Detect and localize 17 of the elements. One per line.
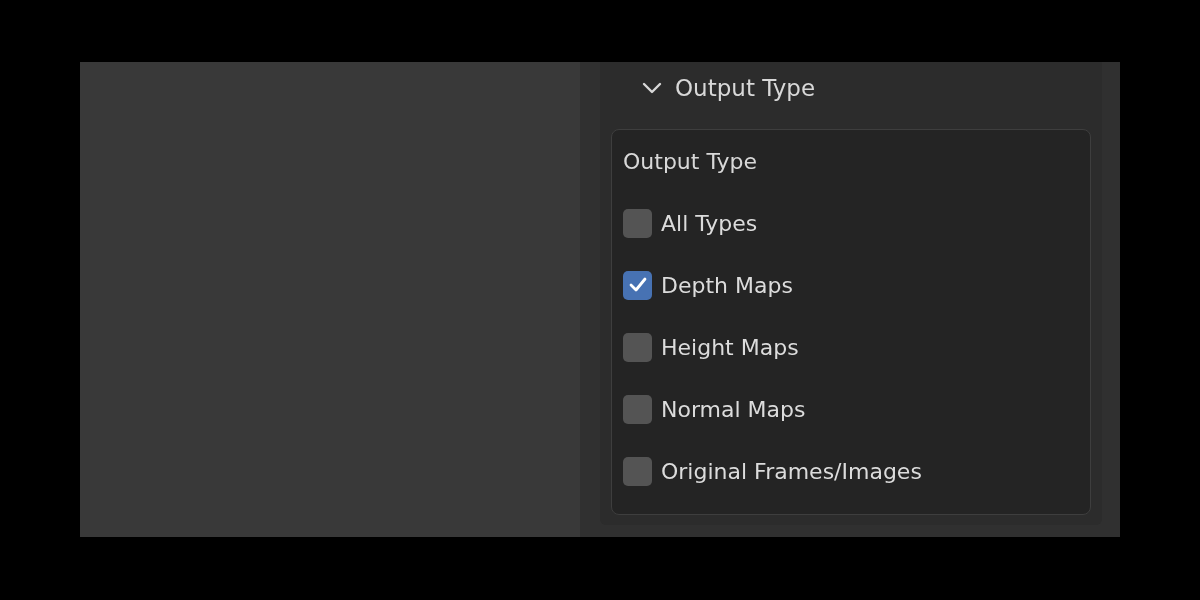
option-label: Original Frames/Images	[661, 457, 922, 486]
option-checkbox[interactable]: Normal Maps	[623, 378, 1079, 440]
checkbox[interactable]	[623, 456, 652, 486]
group-label: Output Type	[623, 148, 758, 176]
panel-header[interactable]: Output Type	[611, 62, 1091, 116]
option-label: All Types	[661, 209, 758, 238]
option-checkbox[interactable]: Depth Maps	[623, 254, 1079, 316]
option-checkbox[interactable]: Height Maps	[623, 316, 1079, 378]
checkbox[interactable]	[623, 394, 652, 424]
checkbox[interactable]	[623, 332, 652, 362]
option-checkbox[interactable]: All Types	[623, 192, 1079, 254]
option-label: Height Maps	[661, 333, 799, 362]
option-checkbox[interactable]: Original Frames/Images	[623, 440, 1079, 502]
option-label: Depth Maps	[661, 271, 793, 300]
checkbox[interactable]	[623, 270, 652, 300]
checkbox[interactable]	[623, 208, 652, 238]
option-label: Normal Maps	[661, 395, 806, 424]
